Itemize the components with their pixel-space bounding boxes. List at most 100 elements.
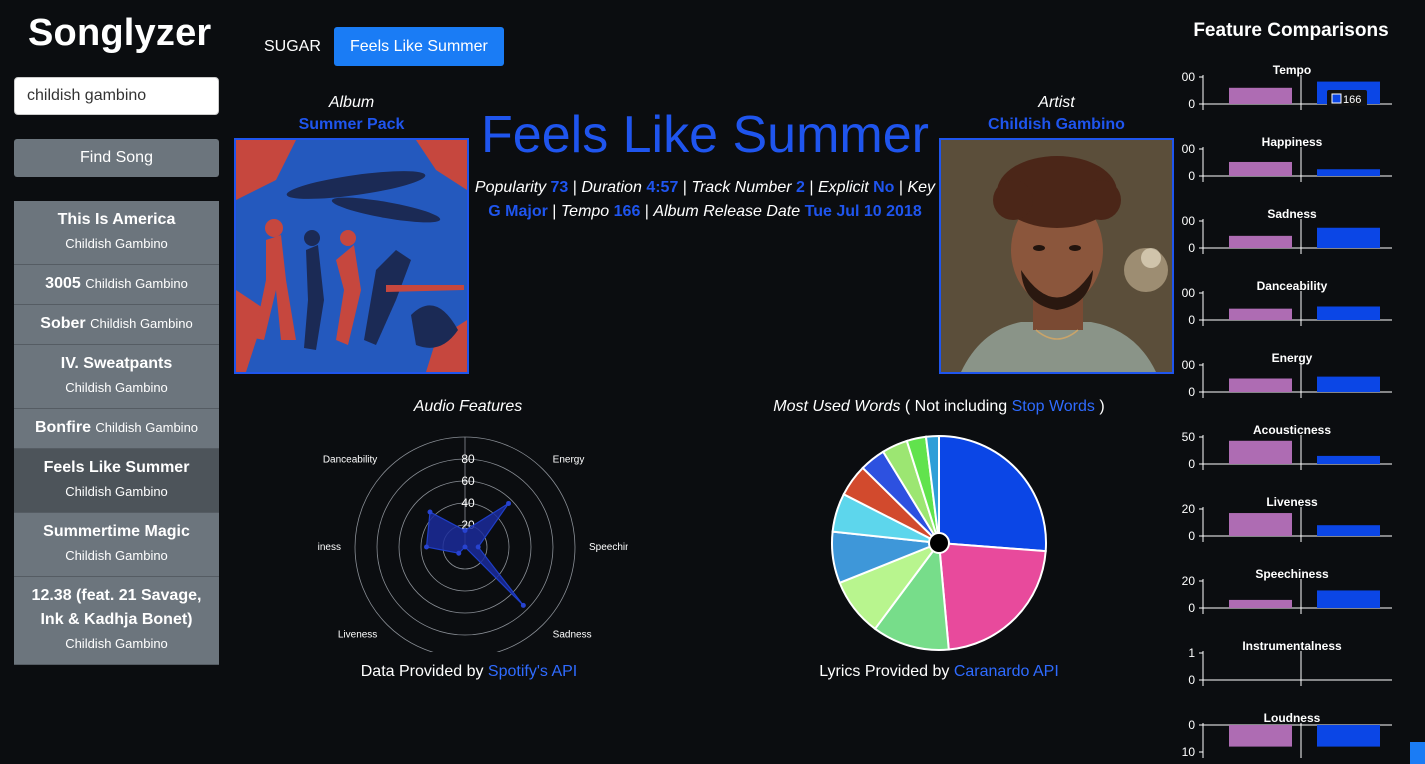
comparison-title: Acousticness	[1253, 423, 1331, 437]
song-item-feels-like-summer[interactable]: Feels Like Summer Childish Gambino	[14, 449, 219, 513]
app-title: Songlyzer	[28, 12, 212, 54]
tempo-tooltip: 166	[1327, 90, 1367, 106]
comparison-title: Sadness	[1267, 207, 1317, 221]
comparison-tick-label: 100	[1182, 142, 1195, 156]
song-title: Feels Like Summer	[43, 459, 190, 476]
radar-point	[427, 509, 433, 515]
song-title: IV. Sweatpants	[60, 355, 173, 372]
comparison-title: Liveness	[1266, 495, 1318, 509]
radar-tick-label: 80	[461, 452, 475, 466]
audio-features-radar-chart: 20406080AcousticnessEnergySpeechinessSad…	[318, 436, 628, 652]
feature-comparisons-title: Feature Comparisons	[1193, 20, 1389, 41]
artist-name-link[interactable]: Childish Gambino	[939, 114, 1174, 136]
radar-tick-label: 40	[461, 496, 475, 510]
tab-feels-like-summer[interactable]: Feels Like Summer	[334, 27, 504, 66]
comparison-bar-feels-like-summer[interactable]	[1317, 525, 1380, 536]
comparison-bar-sugar[interactable]	[1229, 725, 1292, 747]
comparison-bar-feels-like-summer[interactable]	[1317, 376, 1380, 392]
spotify-api-link[interactable]: Spotify's API	[488, 663, 577, 680]
audio-features-title: Audio Features	[413, 398, 523, 415]
song-item-iv-sweatpants[interactable]: IV. Sweatpants Childish Gambino	[14, 345, 219, 409]
comparison-bar-feels-like-summer[interactable]	[1317, 590, 1380, 608]
comparison-bar-sugar[interactable]	[1229, 161, 1292, 176]
album-name-link[interactable]: Summer Pack	[234, 114, 469, 136]
radar-axis-label: Happiness	[318, 542, 341, 553]
song-title: 12.38 (feat. 21 Savage, Ink & Kadhja Bon…	[31, 587, 202, 628]
track-number-value: 2	[796, 179, 805, 196]
tooltip-value: 166	[1343, 94, 1361, 106]
comparison-title: Speechiness	[1255, 567, 1329, 581]
song-item-bonfire[interactable]: Bonfire Childish Gambino	[14, 409, 219, 449]
song-artist: Childish Gambino	[85, 276, 188, 291]
comparison-bar-sugar[interactable]	[1229, 87, 1292, 104]
scroll-indicator	[1410, 742, 1425, 764]
pie-center-dot	[928, 532, 950, 554]
popularity-value: 73	[550, 179, 569, 196]
most-used-words-pie-chart	[831, 434, 1047, 651]
explicit-label: Explicit	[817, 179, 869, 196]
comparison-bar-sugar[interactable]	[1229, 378, 1292, 393]
song-item-this-is-america[interactable]: This Is America Childish Gambino	[14, 201, 219, 265]
radar-point	[424, 544, 429, 550]
radar-point	[475, 544, 481, 550]
comparison-tick-label: 0	[1188, 313, 1195, 327]
song-artist: Childish Gambino	[90, 316, 193, 331]
comparison-tick-label: 100	[1182, 358, 1195, 372]
song-title: Summertime Magic	[43, 523, 190, 540]
album-caption: Album Summer Pack	[234, 92, 469, 136]
song-item-12-38[interactable]: 12.38 (feat. 21 Savage, Ink & Kadhja Bon…	[14, 577, 219, 665]
key-label: Key	[907, 179, 936, 196]
key-value: G Major	[488, 203, 548, 220]
pie-slice[interactable]	[937, 541, 1047, 651]
comparison-tick-label: 0	[1188, 601, 1195, 615]
comparison-energy: Energy 100 0	[1175, 350, 1404, 422]
radar-point	[456, 550, 462, 556]
radar-point	[462, 544, 468, 550]
song-item-summertime-magic[interactable]: Summertime Magic Childish Gambino	[14, 513, 219, 577]
caranardo-api-link[interactable]: Caranardo API	[954, 663, 1059, 680]
duration-value: 4:57	[646, 179, 679, 196]
comparison-bar-feels-like-summer[interactable]	[1317, 169, 1380, 176]
release-date-value: Tue Jul 10 2018	[804, 203, 922, 220]
stop-words-link[interactable]: Stop Words	[1012, 398, 1095, 415]
radar-axis-label: Danceability	[323, 454, 377, 465]
pie-slice[interactable]	[938, 434, 1047, 553]
comparison-title: Danceability	[1257, 279, 1328, 293]
comparison-bar-sugar[interactable]	[1229, 308, 1292, 320]
comparison-bar-feels-like-summer[interactable]	[1317, 725, 1380, 747]
comparison-tick-label: 100	[1182, 214, 1195, 228]
comparison-bar-feels-like-summer[interactable]	[1317, 306, 1380, 321]
comparison-bar-sugar[interactable]	[1229, 440, 1292, 464]
radar-point	[462, 528, 468, 533]
track-number-label: Track Number	[691, 179, 792, 196]
comparison-bar-sugar[interactable]	[1229, 599, 1292, 608]
comparison-title: Happiness	[1262, 135, 1323, 149]
comparison-tempo: Tempo 200 0 166	[1175, 62, 1404, 134]
duration-label: Duration	[581, 179, 642, 196]
radar-axis-label: Energy	[553, 454, 585, 465]
comparison-bar-sugar[interactable]	[1229, 235, 1292, 248]
find-song-button[interactable]: Find Song	[14, 139, 219, 177]
comparison-bar-sugar[interactable]	[1229, 513, 1292, 536]
comparison-bar-feels-like-summer[interactable]	[1317, 227, 1380, 248]
search-input[interactable]	[14, 77, 219, 115]
track-title: Feels Like Summer	[481, 106, 929, 164]
song-item-sober[interactable]: Sober Childish Gambino	[14, 305, 219, 345]
comparison-tick-label: 20	[1182, 574, 1195, 588]
song-title: 3005	[45, 275, 81, 292]
comparison-liveness: Liveness 20 0	[1182, 494, 1404, 566]
song-artist: Childish Gambino	[95, 420, 199, 435]
comparison-tick-label: 0	[1188, 529, 1195, 543]
radar-tick-label: 60	[461, 474, 475, 488]
artist-caption: Artist Childish Gambino	[939, 92, 1174, 136]
tab-sugar[interactable]: SUGAR	[252, 27, 333, 66]
comparison-bar-feels-like-summer[interactable]	[1317, 455, 1380, 464]
comparison-tick-label: 1	[1188, 646, 1195, 660]
comparison-loudness: Loudness 0 -10	[1178, 710, 1404, 764]
song-artist: Childish Gambino	[65, 236, 168, 251]
radar-axis-label: Liveness	[338, 630, 377, 641]
song-item-3005[interactable]: 3005 Childish Gambino	[14, 265, 219, 305]
album-label: Album	[328, 94, 375, 111]
album-art-image	[234, 138, 469, 374]
tempo-label: Tempo	[560, 203, 610, 220]
